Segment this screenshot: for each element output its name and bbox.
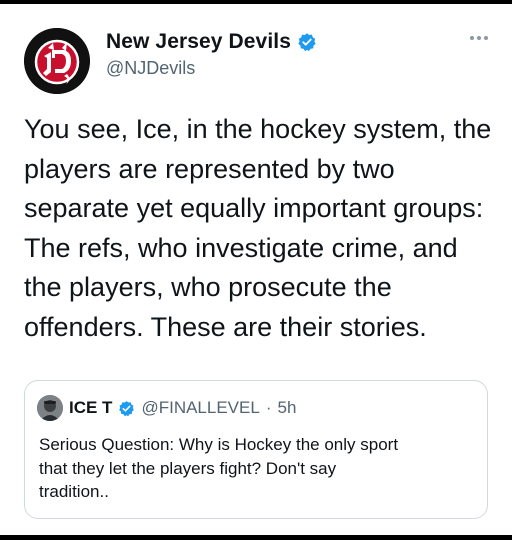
quoted-tweet-text: Serious Question: Why is Hockey the only… [39,433,479,504]
separator-dot: · [265,398,272,417]
tweet-text-line: The refs, who investigate crime, and [24,232,458,263]
tweet-screenshot: New Jersey Devils @NJDevils You see, Ice… [0,0,512,540]
new-jersey-devils-logo-avatar[interactable] [24,28,90,94]
verified-badge-icon [119,400,135,416]
quoted-tweet-timestamp[interactable]: 5h [278,398,297,418]
more-dot [470,36,474,40]
more-dot [477,36,481,40]
tweet-text-line: You see, Ice, in the hockey system, the [24,114,492,144]
tweet-text-line: the players, who prosecute the [24,272,392,302]
quoted-text-line: that they let the players fight? Don't s… [39,458,337,478]
tweet-text-line: separate yet equally important groups: [24,193,484,223]
quoted-author-name[interactable]: ICE T [69,398,112,418]
author-name-row: New Jersey Devils [106,30,317,54]
top-border [0,0,512,4]
quoted-text-line: Serious Question: Why is Hockey the only… [39,435,399,454]
devils-logo-icon [24,28,90,94]
quoted-text-line: tradition.. [39,482,109,501]
tweet-text-line: offenders. These are their stories. [24,311,427,342]
person-avatar-icon [37,395,63,421]
author-name[interactable]: New Jersey Devils [106,30,291,54]
more-options-icon[interactable] [470,36,488,40]
bottom-border [0,535,512,540]
verified-badge-icon [298,33,316,52]
quoted-tweet-card[interactable]: ICE T @FINALLEVEL · 5h Serious Question:… [24,380,488,519]
tweet-header: New Jersey Devils @NJDevils [24,24,494,94]
author-handle[interactable]: @NJDevils [106,58,195,79]
tweet-text-line: players are represented by two [24,153,395,184]
quoted-author-handle[interactable]: @FINALLEVEL [141,398,259,418]
quoted-author-avatar[interactable] [37,395,63,421]
tweet-text: You see, Ice, in the hockey system, the … [24,110,494,347]
more-dot [484,36,488,40]
quoted-tweet-header: ICE T @FINALLEVEL · 5h [37,395,296,421]
